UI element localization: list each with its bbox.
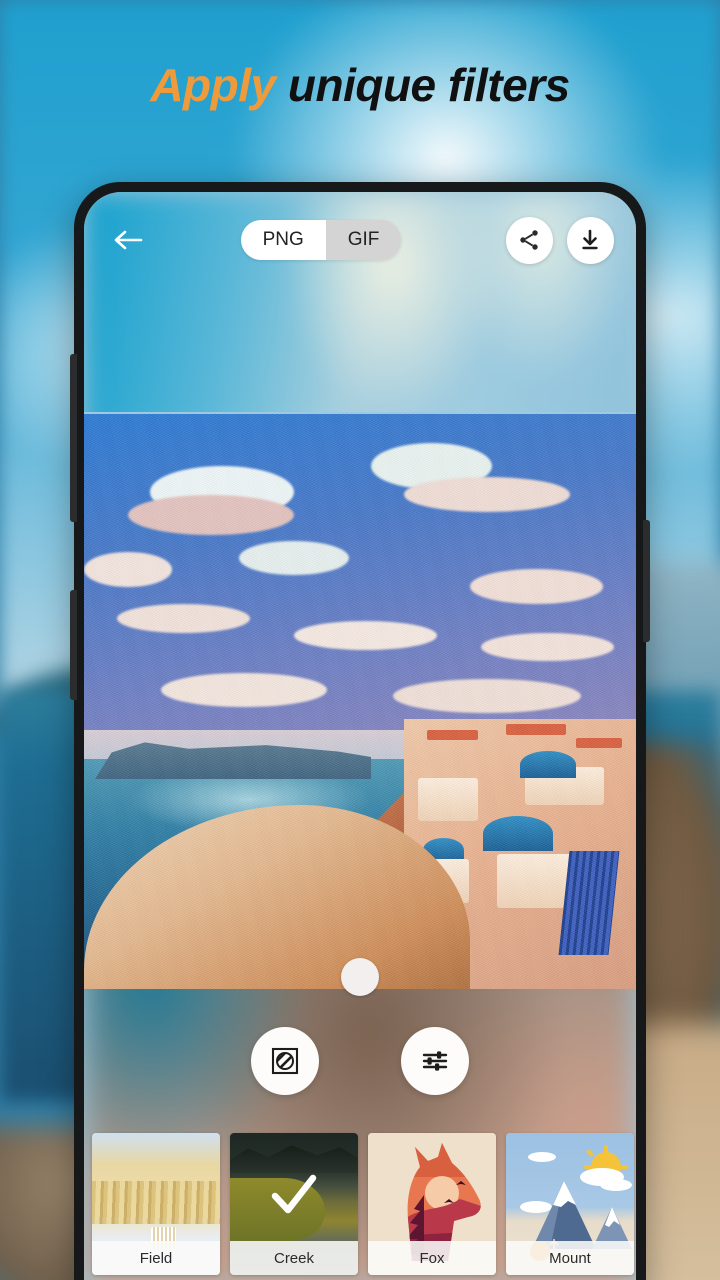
- filter-item-fox[interactable]: Fox: [368, 1133, 496, 1275]
- selected-check-icon: [267, 1168, 321, 1222]
- page-title-accent: Apply: [150, 59, 276, 111]
- format-toggle[interactable]: PNG GIF: [240, 220, 402, 260]
- filter-strip[interactable]: Field Creek Fox Mount: [84, 1127, 636, 1280]
- volume-down-button[interactable]: [70, 590, 77, 700]
- download-button[interactable]: [566, 216, 614, 264]
- tool-row: [84, 1027, 636, 1095]
- building: [418, 778, 479, 822]
- cloud: [393, 678, 581, 713]
- phone-screen: PNG GIF Field Creek Fox Mount: [84, 192, 636, 1280]
- cloud: [161, 672, 327, 708]
- effects-button[interactable]: [251, 1027, 319, 1095]
- cloud: [293, 621, 438, 650]
- rooftop: [506, 724, 567, 735]
- back-button[interactable]: [106, 218, 150, 262]
- filter-label: Field: [92, 1241, 220, 1275]
- format-option-gif[interactable]: GIF: [325, 220, 402, 260]
- cloud: [128, 494, 294, 535]
- resize-handle[interactable]: [341, 958, 379, 996]
- cloud: [470, 569, 603, 604]
- format-option-png[interactable]: PNG: [240, 220, 326, 260]
- cloud: [117, 603, 250, 633]
- page-title: Apply unique filters: [0, 58, 720, 112]
- blue-dome: [520, 751, 576, 779]
- filter-item-creek[interactable]: Creek: [230, 1133, 358, 1275]
- filter-circle-icon: [270, 1046, 300, 1076]
- cloud: [404, 477, 570, 512]
- page-title-rest: unique filters: [275, 59, 570, 111]
- rooftop: [575, 737, 623, 749]
- volume-up-button[interactable]: [70, 354, 77, 522]
- filter-label: Fox: [368, 1241, 496, 1275]
- arrow-left-icon: [113, 228, 143, 252]
- image-canvas[interactable]: [84, 414, 636, 989]
- adjust-button[interactable]: [401, 1027, 469, 1095]
- tune-sliders-icon: [420, 1046, 450, 1076]
- cloud: [481, 632, 614, 662]
- filter-label: Creek: [230, 1241, 358, 1275]
- cloud: [84, 552, 173, 587]
- blue-dome: [482, 816, 553, 852]
- filter-item-mount[interactable]: Mount: [506, 1133, 634, 1275]
- share-button[interactable]: [505, 216, 553, 264]
- power-button[interactable]: [643, 520, 650, 642]
- edited-image: [84, 414, 636, 989]
- rooftop: [427, 729, 479, 741]
- filter-item-field[interactable]: Field: [92, 1133, 220, 1275]
- cloud: [238, 540, 349, 575]
- app-toolbar: PNG GIF: [84, 208, 636, 272]
- share-icon: [517, 228, 541, 252]
- filter-label: Mount: [506, 1241, 634, 1275]
- phone-mockup: PNG GIF Field Creek Fox Mount: [70, 182, 650, 1280]
- download-icon: [578, 228, 602, 252]
